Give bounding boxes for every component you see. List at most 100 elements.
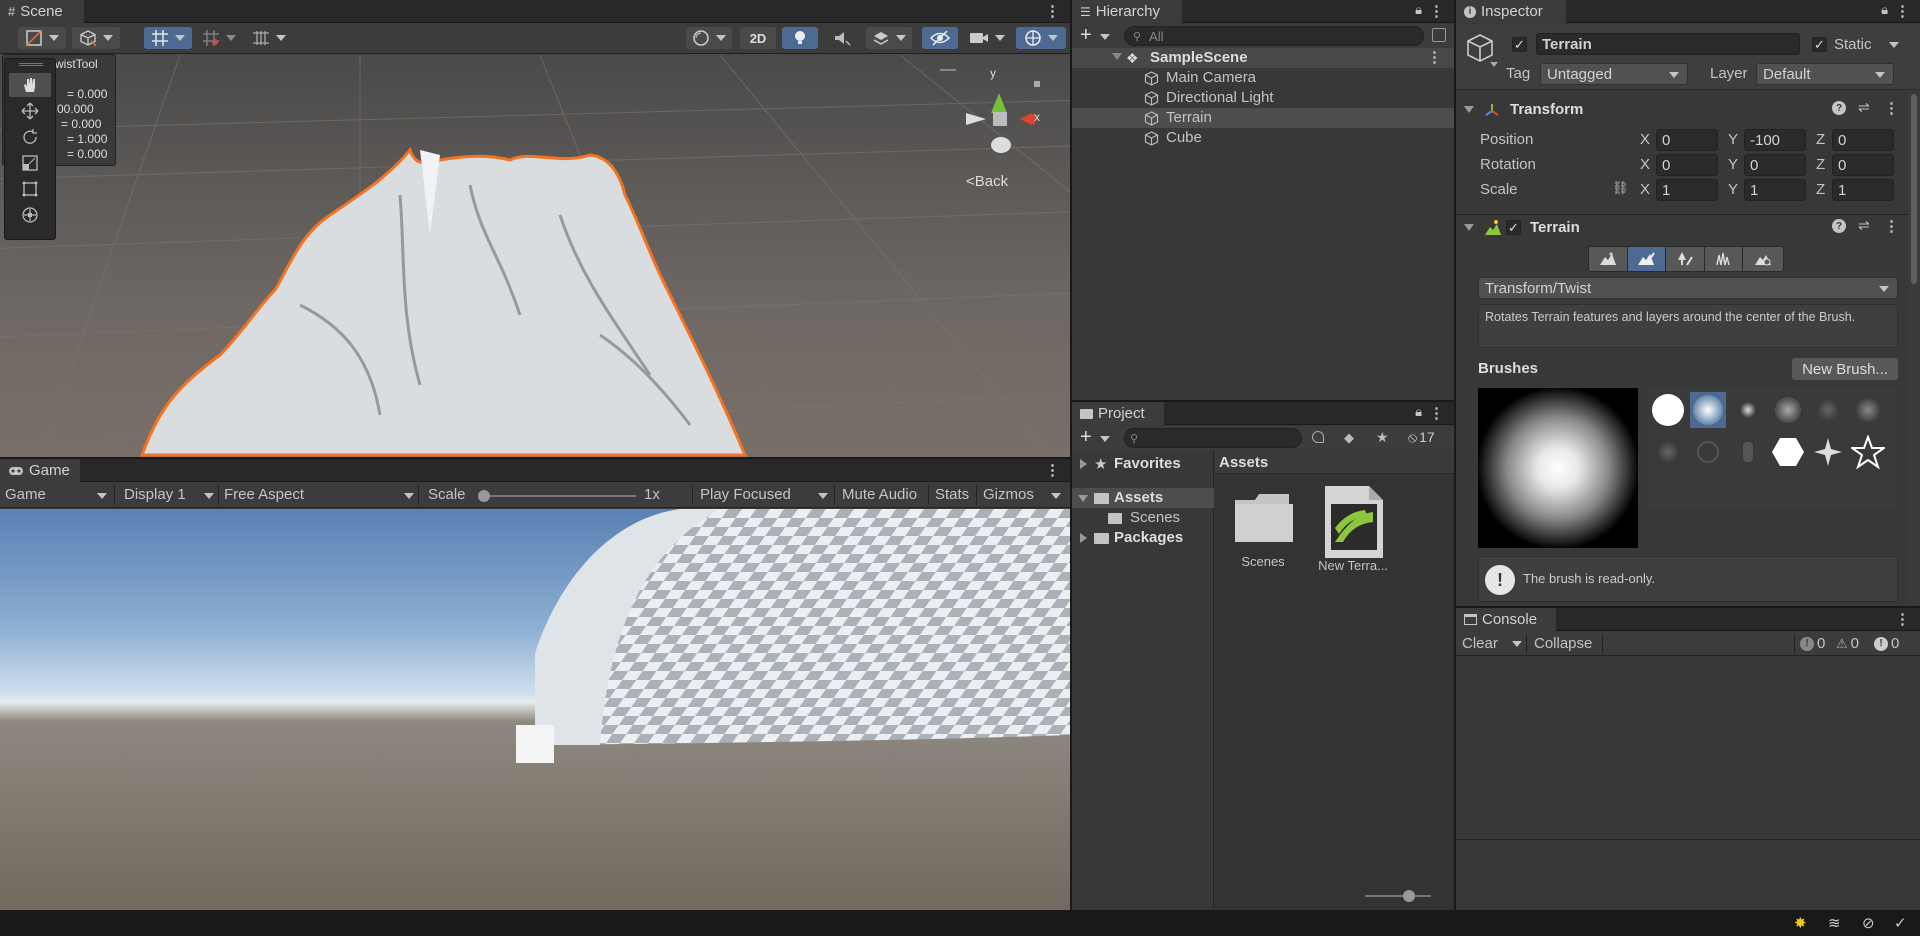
- paint-details-button[interactable]: [1704, 247, 1744, 271]
- tree-item-scenes[interactable]: Scenes: [1072, 508, 1214, 528]
- icon-size-slider[interactable]: [1365, 890, 1431, 902]
- brush-swatch[interactable]: [1730, 434, 1766, 470]
- scale-y-field[interactable]: 1: [1744, 179, 1806, 201]
- brush-swatch[interactable]: [1850, 434, 1886, 470]
- clear-button[interactable]: Clear: [1462, 635, 1498, 652]
- rotation-y-field[interactable]: 0: [1744, 154, 1806, 176]
- object-name-field[interactable]: Terrain: [1536, 33, 1800, 55]
- render-mode-button[interactable]: [72, 27, 120, 49]
- scene-viewport[interactable]: y x <Back wistTool = 0.000 00.000 = 0.00…: [0, 54, 1070, 457]
- search-by-label-icon[interactable]: ◆: [1344, 430, 1354, 446]
- terrain-settings-button[interactable]: [1743, 247, 1783, 271]
- overlay-drag-handle[interactable]: [19, 63, 43, 66]
- hierarchy-item[interactable]: Directional Light: [1072, 88, 1454, 108]
- tab-game[interactable]: Game: [0, 459, 80, 482]
- tab-hierarchy[interactable]: ☰ Hierarchy: [1072, 0, 1182, 23]
- lock-icon[interactable]: 🔒︎: [1415, 2, 1422, 18]
- static-checkbox[interactable]: ✓: [1812, 37, 1827, 52]
- gizmos-toggle[interactable]: [1016, 27, 1066, 49]
- brush-swatch[interactable]: [1810, 434, 1846, 470]
- tab-scene[interactable]: # Scene: [0, 0, 84, 23]
- effects-button[interactable]: [866, 27, 912, 49]
- tab-project[interactable]: Project: [1072, 402, 1164, 425]
- check-circle-icon[interactable]: ✓: [1894, 914, 1907, 932]
- chevron-down-icon[interactable]: [1889, 42, 1899, 48]
- new-brush-button[interactable]: New Brush...: [1792, 358, 1898, 380]
- move-tool-button[interactable]: [9, 99, 51, 123]
- scale-slider-handle[interactable]: [478, 490, 490, 502]
- brush-swatch-selected[interactable]: [1690, 392, 1726, 428]
- transform-header[interactable]: Transform ? ⇌ ⋮: [1456, 98, 1908, 122]
- hierarchy-item-selected[interactable]: Terrain: [1072, 108, 1454, 128]
- breadcrumb-assets[interactable]: Assets: [1219, 454, 1268, 471]
- asset-tile[interactable]: Scenes: [1231, 488, 1295, 578]
- help-icon[interactable]: ?: [1832, 101, 1846, 115]
- tree-item-assets[interactable]: Assets: [1072, 488, 1214, 508]
- inspector-scroll-thumb[interactable]: [1911, 94, 1917, 284]
- play-mode-dropdown[interactable]: Play Focused: [700, 486, 791, 503]
- brush-swatch[interactable]: [1690, 434, 1726, 470]
- hidden-objects-toggle[interactable]: [922, 27, 958, 49]
- hand-tool-button[interactable]: [9, 73, 51, 97]
- position-x-field[interactable]: 0: [1656, 129, 1718, 151]
- gizmos-toggle-game[interactable]: Gizmos: [983, 486, 1034, 503]
- brush-swatch[interactable]: [1810, 392, 1846, 428]
- rotation-z-field[interactable]: 0: [1832, 154, 1894, 176]
- terrain-tool-dropdown[interactable]: Transform/Twist: [1478, 277, 1898, 299]
- component-more-icon[interactable]: ⋮: [1884, 99, 1899, 117]
- camera-settings-button[interactable]: [964, 27, 1010, 49]
- brush-swatch[interactable]: [1650, 434, 1686, 470]
- info-filter-toggle[interactable]: ! 0: [1800, 635, 1825, 652]
- rect-tool-button[interactable]: [9, 177, 51, 201]
- collapse-toggle[interactable]: Collapse: [1534, 635, 1592, 652]
- hierarchy-search[interactable]: ⚲ All: [1124, 26, 1424, 46]
- cache-server-icon[interactable]: ≋: [1828, 914, 1841, 932]
- component-more-icon[interactable]: ⋮: [1884, 217, 1899, 235]
- aspect-dropdown[interactable]: Free Aspect: [224, 486, 304, 503]
- position-y-field[interactable]: -100: [1744, 129, 1806, 151]
- console-more-icon[interactable]: ⋮: [1895, 610, 1910, 628]
- terrain-mesh[interactable]: [139, 146, 748, 457]
- brush-swatch[interactable]: [1850, 392, 1886, 428]
- hierarchy-item[interactable]: Cube: [1072, 128, 1454, 148]
- position-z-field[interactable]: 0: [1832, 129, 1894, 151]
- brush-swatch[interactable]: [1770, 434, 1806, 470]
- create-neighbor-button[interactable]: [1589, 247, 1628, 271]
- console-log-area[interactable]: [1456, 657, 1920, 840]
- chevron-down-icon[interactable]: [1512, 641, 1522, 647]
- mute-audio-toggle[interactable]: Mute Audio: [842, 486, 917, 503]
- project-search[interactable]: ⚲: [1124, 428, 1302, 448]
- lighting-button[interactable]: [686, 27, 732, 49]
- paint-terrain-button[interactable]: [1627, 247, 1667, 271]
- stats-toggle[interactable]: Stats: [935, 486, 969, 503]
- scene-header[interactable]: ❖ SampleScene ⋮: [1072, 48, 1454, 68]
- increment-snap-button[interactable]: [196, 27, 242, 49]
- search-by-type-icon[interactable]: [1312, 431, 1324, 443]
- scene-more-icon[interactable]: ⋮: [1427, 48, 1442, 66]
- icon-size-handle[interactable]: [1403, 890, 1415, 902]
- audio-toggle[interactable]: [824, 27, 860, 49]
- gizmo-back-button[interactable]: <Back: [966, 173, 1008, 190]
- terrain-header[interactable]: ✓ Terrain ? ⇌ ⋮: [1456, 216, 1908, 240]
- mode-2d-button[interactable]: 2D: [740, 27, 776, 49]
- transform-tool-button[interactable]: [9, 203, 51, 227]
- scale-z-field[interactable]: 1: [1832, 179, 1894, 201]
- layer-dropdown[interactable]: Default: [1756, 63, 1894, 85]
- brush-swatch[interactable]: [1650, 392, 1686, 428]
- terrain-enabled-checkbox[interactable]: ✓: [1506, 220, 1521, 235]
- tab-console[interactable]: Console: [1456, 608, 1556, 631]
- rotate-tool-button[interactable]: [9, 125, 51, 149]
- brush-swatch[interactable]: [1770, 392, 1806, 428]
- project-more-icon[interactable]: ⋮: [1429, 404, 1444, 422]
- network-icon[interactable]: ⊘: [1862, 914, 1875, 932]
- chevron-down-icon[interactable]: [1112, 53, 1122, 60]
- debug-bug-icon[interactable]: ✸: [1794, 914, 1807, 932]
- active-checkbox[interactable]: ✓: [1512, 37, 1527, 52]
- place-trees-button[interactable]: [1666, 247, 1705, 271]
- hidden-packages-toggle[interactable]: ⦸ 17: [1408, 429, 1435, 446]
- chevron-down-icon[interactable]: [1490, 62, 1498, 67]
- draw-mode-button[interactable]: [18, 27, 66, 49]
- hierarchy-item[interactable]: Main Camera: [1072, 68, 1454, 88]
- help-icon[interactable]: ?: [1832, 219, 1846, 233]
- brush-swatch[interactable]: [1730, 392, 1766, 428]
